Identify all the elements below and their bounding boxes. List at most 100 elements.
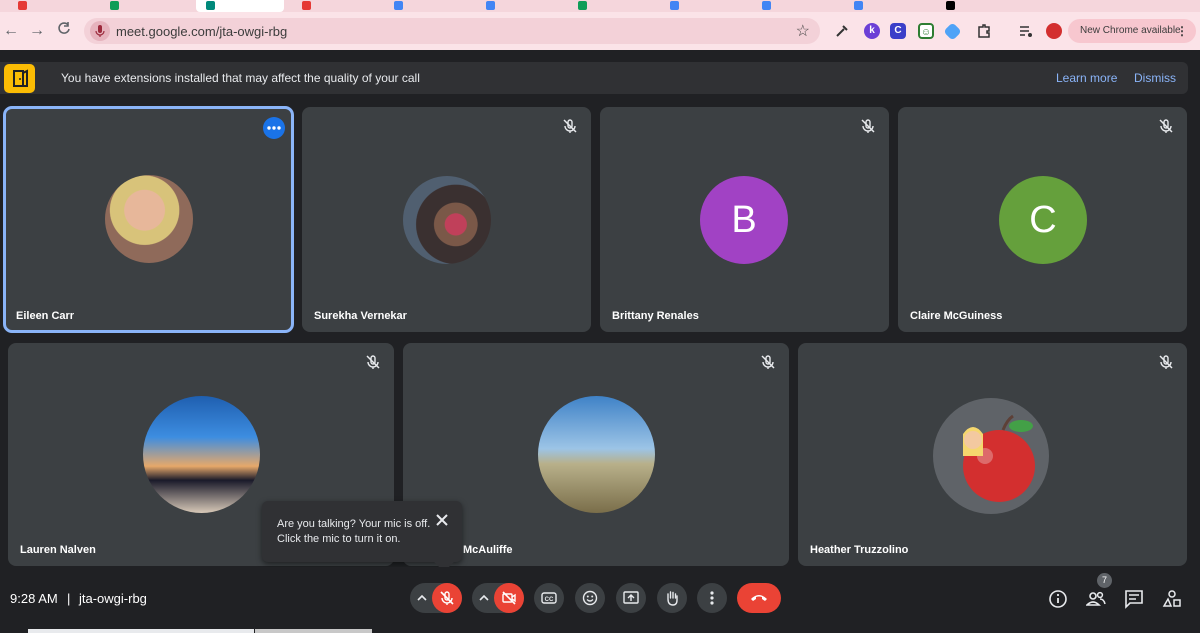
- meeting-details-icon[interactable]: [1048, 589, 1068, 609]
- participant-photo-avatar: [538, 396, 655, 513]
- camera-toggle-button[interactable]: [494, 583, 524, 613]
- participant-photo-avatar: [143, 396, 260, 513]
- reload-button[interactable]: [53, 20, 75, 42]
- participant-tile[interactable]: B Brittany Renales: [600, 107, 889, 332]
- participant-name: Surekha Vernekar: [314, 310, 407, 322]
- activities-icon[interactable]: [1162, 589, 1182, 609]
- new-chrome-button[interactable]: New Chrome available ⋮: [1068, 19, 1196, 43]
- meeting-controls-bar: 9:28 AM | jta-owgi-rbg CC 7: [0, 567, 1200, 633]
- docs-icon: [394, 1, 403, 10]
- forward-button[interactable]: →: [26, 20, 48, 42]
- extension-face-icon[interactable]: ☺: [918, 23, 934, 39]
- tooltip-text: Are you talking? Your mic is off. Click …: [277, 518, 431, 545]
- browser-tab[interactable]: [100, 0, 188, 12]
- chevron-up-icon[interactable]: [416, 591, 428, 605]
- sheets-icon: [110, 1, 119, 10]
- browser-tab[interactable]: [752, 0, 840, 12]
- warning-door-icon: [4, 64, 35, 93]
- chat-icon[interactable]: [1124, 589, 1144, 609]
- sheets-icon: [578, 1, 587, 10]
- participant-tile[interactable]: Eileen Carr: [3, 106, 294, 333]
- mic-toggle-button[interactable]: [432, 583, 462, 613]
- browser-toolbar: ← → meet.google.com/jta-owgi-rbg ☆ k C ☺…: [0, 12, 1200, 50]
- participant-name: Claire McGuiness: [910, 310, 1003, 322]
- svg-text:CC: CC: [545, 597, 554, 603]
- more-horiz-icon: [267, 126, 281, 130]
- docs-icon: [854, 1, 863, 10]
- mic-muted-icon: [366, 355, 380, 369]
- close-icon[interactable]: [434, 512, 450, 528]
- present-screen-button[interactable]: [616, 583, 646, 613]
- participant-name: Brittany Renales: [612, 310, 699, 322]
- docs-icon: [670, 1, 679, 10]
- phone-hangup-icon: [751, 595, 767, 601]
- browser-tab[interactable]: [8, 0, 96, 12]
- browser-tab[interactable]: [844, 0, 932, 12]
- extension-diamond-icon[interactable]: [943, 22, 962, 41]
- raise-hand-button[interactable]: [657, 583, 687, 613]
- mic-off-tooltip: Are you talking? Your mic is off. Click …: [262, 501, 462, 572]
- banner-message: You have extensions installed that may a…: [61, 71, 420, 85]
- browser-tab[interactable]: [292, 0, 380, 12]
- participant-photo-avatar: [105, 175, 193, 263]
- taskbar-strip: [28, 629, 254, 633]
- apple-bitmoji-icon: [963, 414, 1035, 502]
- learn-more-link[interactable]: Learn more: [1056, 71, 1117, 85]
- new-chrome-label: New Chrome available: [1080, 25, 1181, 36]
- emoji-icon: [582, 590, 598, 606]
- browser-tab[interactable]: [384, 0, 472, 12]
- media-queue-icon[interactable]: [1018, 23, 1034, 39]
- eyedropper-icon[interactable]: [834, 23, 850, 39]
- more-options-button[interactable]: [697, 583, 727, 613]
- bookmark-star-icon[interactable]: ☆: [796, 21, 810, 41]
- profile-avatar[interactable]: [1046, 23, 1062, 39]
- participant-bitmoji-avatar: [933, 398, 1049, 514]
- participant-tile[interactable]: C Claire McGuiness: [898, 107, 1187, 332]
- meeting-time: 9:28 AM: [10, 591, 58, 606]
- mic-muted-icon: [563, 119, 577, 133]
- participant-tile[interactable]: Heather Truzzolino: [798, 343, 1187, 566]
- reactions-button[interactable]: [575, 583, 605, 613]
- participant-letter-avatar: C: [999, 176, 1087, 264]
- x-icon: [946, 1, 955, 10]
- browser-tab-strip: [0, 0, 1200, 12]
- meeting-code: jta-owgi-rbg: [79, 591, 147, 606]
- closed-captions-icon: CC: [541, 592, 557, 604]
- raise-hand-icon: [667, 591, 678, 606]
- mic-muted-icon: [861, 119, 875, 133]
- mic-muted-icon: [1159, 119, 1173, 133]
- more-options-button[interactable]: [263, 117, 285, 139]
- chrome-menu-icon[interactable]: ⋮: [1176, 19, 1188, 43]
- browser-tab[interactable]: [660, 0, 748, 12]
- browser-tab[interactable]: [936, 0, 1024, 12]
- docs-icon: [762, 1, 771, 10]
- extension-warning-banner: You have extensions installed that may a…: [0, 62, 1188, 94]
- browser-tab[interactable]: [568, 0, 656, 12]
- extensions-puzzle-icon[interactable]: [976, 23, 992, 39]
- extension-k-icon[interactable]: k: [864, 23, 880, 39]
- site-mic-icon[interactable]: [90, 21, 110, 41]
- participant-name: McAuliffe: [463, 544, 513, 556]
- meet-icon: [206, 1, 215, 10]
- mic-muted-icon: [761, 355, 775, 369]
- camera-off-icon: [502, 591, 516, 605]
- leave-call-button[interactable]: [737, 583, 781, 613]
- address-bar[interactable]: meet.google.com/jta-owgi-rbg ☆: [84, 18, 820, 44]
- participant-name: Heather Truzzolino: [810, 544, 909, 556]
- extension-c-icon[interactable]: C: [890, 23, 906, 39]
- more-vert-icon: [710, 591, 714, 605]
- mic-off-icon: [440, 591, 454, 605]
- browser-tab[interactable]: [476, 0, 564, 12]
- participant-tile[interactable]: Surekha Vernekar: [302, 107, 591, 332]
- back-button[interactable]: ←: [0, 20, 22, 42]
- browser-tab-active[interactable]: [196, 0, 284, 12]
- people-icon[interactable]: [1086, 589, 1106, 609]
- participant-letter-avatar: B: [700, 176, 788, 264]
- participant-name: Lauren Nalven: [20, 544, 96, 556]
- dismiss-button[interactable]: Dismiss: [1134, 71, 1176, 85]
- taskbar-strip: [255, 629, 372, 633]
- docs-icon: [486, 1, 495, 10]
- captions-button[interactable]: CC: [534, 583, 564, 613]
- url-text: meet.google.com/jta-owgi-rbg: [116, 24, 288, 39]
- chevron-up-icon[interactable]: [478, 591, 490, 605]
